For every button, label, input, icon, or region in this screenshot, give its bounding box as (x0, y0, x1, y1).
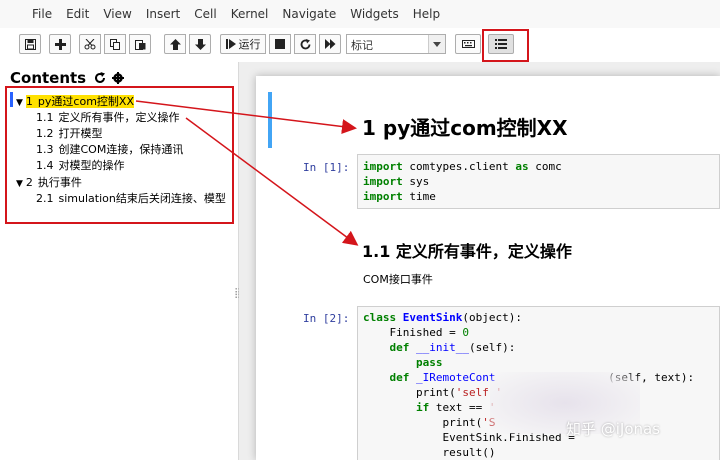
restart-run-all-button[interactable] (319, 34, 341, 54)
arrow-down-icon (194, 38, 206, 50)
step-forward-icon (225, 39, 236, 49)
refresh-icon[interactable] (94, 72, 106, 84)
cell-type-select[interactable]: 标记 (346, 34, 446, 54)
cell-2-prompt: In [2]: (303, 312, 350, 325)
move-down-button[interactable] (189, 34, 211, 54)
code-line: if text == ' (415, 401, 495, 414)
toolbar: 运行 标记 (0, 28, 720, 63)
toc-title-text: Contents (10, 69, 87, 87)
paste-icon (134, 39, 145, 50)
menu-view[interactable]: View (103, 7, 145, 21)
menu-help[interactable]: Help (413, 7, 454, 21)
copy-icon (109, 38, 120, 50)
code-line: pass (415, 356, 443, 369)
plus-icon (54, 38, 66, 50)
cell-1-prompt: In [1]: (303, 161, 350, 174)
interrupt-button[interactable] (269, 34, 291, 54)
keyboard-icon (461, 40, 475, 48)
stop-icon (275, 39, 285, 49)
move-up-button[interactable] (164, 34, 186, 54)
menu-file[interactable]: File (0, 7, 66, 21)
watermark: 知乎 @iJonas (566, 420, 661, 438)
code-line: import comtypes.client as comc (363, 160, 562, 173)
code-line: import sys (363, 175, 430, 188)
run-button[interactable]: 运行 (220, 34, 266, 54)
insert-cell-button[interactable] (49, 34, 71, 54)
code-line: def __init__(self): (389, 341, 516, 354)
paste-button[interactable] (129, 34, 151, 54)
code-line: class EventSink(object): (363, 311, 522, 324)
chevron-down-icon (428, 35, 445, 53)
menu-cell[interactable]: Cell (194, 7, 230, 21)
code-cell-1[interactable]: import comtypes.client as comc import sy… (357, 154, 720, 209)
cut-button[interactable] (79, 34, 101, 54)
menubar: File Edit View Insert Cell Kernel Naviga… (0, 0, 720, 29)
menu-edit[interactable]: Edit (66, 7, 103, 21)
code-line: print('S (363, 416, 496, 429)
scissors-icon (84, 38, 96, 49)
heading-2: 1.1 定义所有事件，定义操作 (362, 242, 572, 261)
code-line: result() (363, 446, 496, 459)
restart-button[interactable] (294, 34, 316, 54)
command-palette-button[interactable] (455, 34, 481, 54)
toc-highlight-box (5, 86, 234, 224)
copy-button[interactable] (104, 34, 126, 54)
run-label: 运行 (238, 38, 261, 51)
gear-icon[interactable] (111, 72, 124, 84)
markdown-text: COM接口事件 (363, 273, 433, 286)
code-line: print('self ' (363, 386, 503, 399)
save-icon (24, 38, 36, 50)
cell-type-value: 标记 (351, 39, 373, 52)
toc-title: Contents (10, 69, 124, 87)
refresh-icon (300, 38, 310, 49)
save-button[interactable] (19, 34, 41, 54)
selected-cell-bar (268, 92, 272, 148)
menu-insert[interactable]: Insert (146, 7, 194, 21)
code-line: Finished = 0 (363, 326, 469, 339)
toc-button-highlight (482, 29, 529, 62)
fast-forward-icon (324, 39, 335, 49)
code-line: import time (363, 190, 436, 203)
menu-kernel[interactable]: Kernel (231, 7, 283, 21)
arrow-up-icon (169, 38, 181, 50)
menu-widgets[interactable]: Widgets (350, 7, 413, 21)
heading-1: 1 py通过com控制XX (362, 116, 568, 140)
menu-navigate[interactable]: Navigate (282, 7, 350, 21)
